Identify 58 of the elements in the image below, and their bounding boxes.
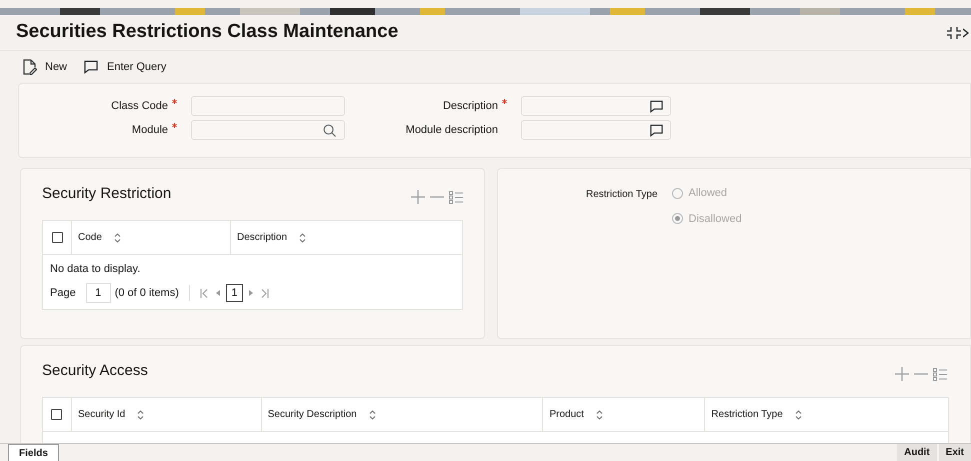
field-label: Module: [132, 122, 168, 138]
enter-query-button[interactable]: Enter Query: [83, 58, 166, 76]
field-label: Description: [442, 98, 498, 114]
current-page[interactable]: 1: [226, 284, 243, 302]
page-input[interactable]: 1: [86, 283, 111, 303]
input-field[interactable]: [521, 96, 671, 116]
field-label: Restriction Type: [586, 188, 658, 202]
speech-bubble-icon[interactable]: [649, 124, 664, 136]
search-icon[interactable]: [323, 124, 336, 136]
field-label: Module description: [406, 122, 498, 138]
empty-message: No data to display.: [49, 262, 142, 277]
checkbox[interactable]: [52, 232, 62, 243]
next-page-icon[interactable]: [248, 290, 253, 296]
previous-page-icon[interactable]: [216, 290, 220, 296]
column-header[interactable]: Restriction Type: [711, 407, 783, 422]
footer-button[interactable]: Audit: [897, 444, 937, 461]
page-summary: (0 of 0 items): [114, 284, 190, 302]
sort-icon[interactable]: [368, 410, 376, 420]
column-header[interactable]: Product: [549, 407, 584, 422]
checkbox[interactable]: [51, 409, 62, 420]
field-label: Class Code: [111, 98, 168, 114]
collapse-icon[interactable]: [947, 26, 961, 38]
list-icon[interactable]: [933, 368, 947, 380]
column-header[interactable]: Security Description: [268, 407, 357, 422]
input-field[interactable]: [521, 120, 671, 140]
sort-icon[interactable]: [137, 410, 144, 420]
document-edit-icon: [22, 59, 37, 75]
minus-icon[interactable]: [914, 373, 928, 375]
sort-icon[interactable]: [794, 410, 802, 420]
footer-button[interactable]: Fields: [8, 444, 59, 461]
footer-button[interactable]: Exit: [938, 444, 971, 461]
required-icon: [502, 98, 507, 104]
radio-option: Allowed: [672, 185, 742, 202]
chevron-right-icon[interactable]: [963, 28, 969, 38]
speech-bubble-icon: [83, 60, 100, 74]
speech-bubble-icon[interactable]: [649, 100, 664, 112]
required-icon: [172, 98, 177, 104]
section-title: Security Restriction: [42, 184, 172, 204]
page-label: Page: [50, 286, 76, 301]
column-header[interactable]: Description: [237, 230, 288, 245]
plus-icon[interactable]: [895, 367, 909, 381]
required-icon: [172, 122, 177, 128]
radio-option: Disallowed: [672, 210, 742, 227]
plus-icon[interactable]: [411, 190, 425, 204]
sort-icon[interactable]: [114, 232, 121, 242]
first-page-icon[interactable]: [200, 288, 208, 298]
column-header[interactable]: Code: [78, 230, 102, 245]
list-icon[interactable]: [449, 190, 463, 204]
minus-icon[interactable]: [430, 196, 444, 198]
sort-icon[interactable]: [299, 232, 306, 242]
input-field[interactable]: [191, 120, 345, 140]
section-title: Security Access: [42, 360, 148, 381]
sort-icon[interactable]: [596, 410, 603, 420]
column-header[interactable]: Security Id: [78, 407, 126, 422]
new-button[interactable]: New: [22, 58, 68, 76]
last-page-icon[interactable]: [260, 288, 269, 298]
page-title: Securities Restrictions Class Maintenance: [16, 20, 400, 44]
input-field[interactable]: [191, 96, 345, 116]
